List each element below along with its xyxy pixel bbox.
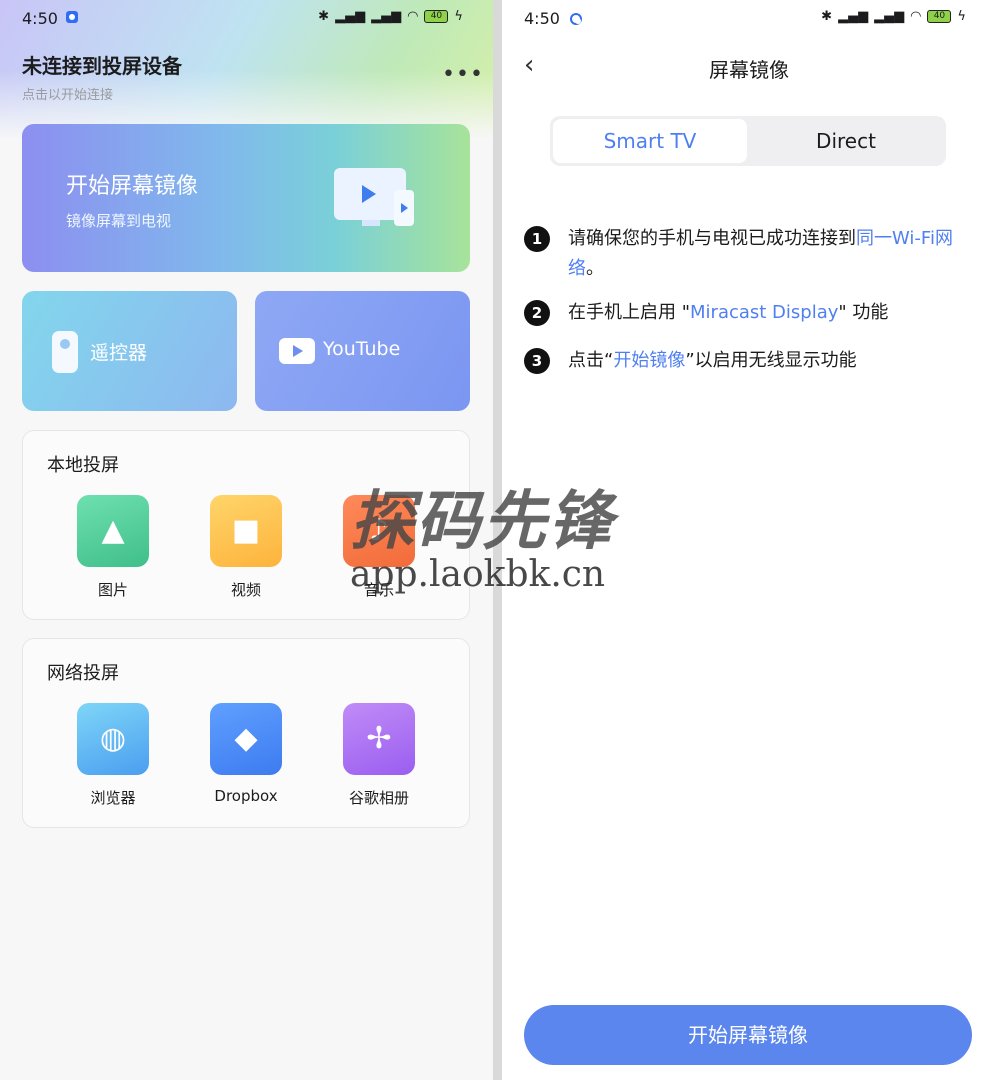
status-time: 4:50 bbox=[22, 9, 58, 28]
signal-icon-2: ▂▄▆ bbox=[874, 9, 905, 24]
status-icons-right: ✱ ▂▄▆ ▂▄▆ ◠ 40 ϟ bbox=[821, 9, 966, 24]
youtube-label: YouTube bbox=[323, 338, 401, 360]
remote-icon bbox=[52, 331, 78, 373]
battery-icon: 40 bbox=[927, 10, 952, 23]
connection-title[interactable]: 未连接到投屏设备 bbox=[22, 50, 182, 79]
local-cast-heading: 本地投屏 bbox=[47, 455, 119, 476]
app-notification-icon bbox=[66, 11, 78, 23]
google-photos-label: 谷歌相册 bbox=[348, 789, 409, 807]
google-photos-tile[interactable]: ✢ bbox=[343, 703, 415, 775]
video-icon: ■ bbox=[231, 513, 261, 548]
instruction-step-2: 2 在手机上启用 "Miracast Display" 功能 bbox=[524, 298, 964, 328]
signal-icon: ▂▄▆ bbox=[838, 9, 869, 24]
video-label: 视频 bbox=[230, 581, 261, 599]
dropbox-label: Dropbox bbox=[214, 787, 278, 805]
status-bar: 4:50 ✱ ▂▄▆ ▂▄▆ ◠ 40 ϟ bbox=[0, 0, 493, 36]
remote-control-card[interactable]: 遥控器 bbox=[22, 291, 237, 411]
browser-tile[interactable]: ◍ bbox=[77, 703, 149, 775]
phone-icon bbox=[394, 190, 414, 226]
globe-icon: ◍ bbox=[99, 721, 127, 756]
step-2-highlight: Miracast Display bbox=[690, 302, 839, 323]
bluetooth-icon: ✱ bbox=[318, 9, 330, 24]
status-time-right: 4:50 bbox=[524, 9, 560, 28]
music-icon: ♪ bbox=[369, 513, 389, 548]
tab-direct[interactable]: Direct bbox=[749, 119, 943, 163]
battery-icon: 40 bbox=[424, 10, 449, 23]
step-3-text: 点击“ bbox=[568, 350, 614, 371]
network-cast-heading: 网络投屏 bbox=[47, 663, 119, 684]
network-cast-section: 网络投屏 ◍ 浏览器 ◆ Dropbox ✢ 谷歌相册 bbox=[22, 638, 470, 828]
step-3-highlight: 开始镜像 bbox=[613, 350, 686, 371]
mirror-card-title: 开始屏幕镜像 bbox=[66, 174, 199, 199]
status-icons: ✱ ▂▄▆ ▂▄▆ ◠ 40 ϟ bbox=[318, 9, 463, 24]
youtube-icon bbox=[279, 338, 315, 364]
browser-label: 浏览器 bbox=[90, 789, 136, 807]
step-2-suffix: " 功能 bbox=[838, 302, 889, 323]
status-bar-right: 4:50 ✱ ▂▄▆ ▂▄▆ ◠ 40 ϟ bbox=[502, 0, 996, 36]
wifi-icon: ◠ bbox=[407, 9, 419, 24]
music-label: 音乐 bbox=[363, 581, 394, 599]
step-2-text: 在手机上启用 " bbox=[568, 302, 691, 323]
step-3-suffix: ”以启用无线显示功能 bbox=[685, 350, 857, 371]
tab-smart-tv[interactable]: Smart TV bbox=[553, 119, 747, 163]
wifi-icon: ◠ bbox=[910, 9, 922, 24]
tv-stand bbox=[362, 220, 380, 226]
signal-icon-2: ▂▄▆ bbox=[371, 9, 402, 24]
step-number-3: 3 bbox=[524, 348, 550, 374]
signal-icon: ▂▄▆ bbox=[335, 9, 366, 24]
mirror-card-subtitle: 镜像屏幕到电视 bbox=[66, 212, 172, 230]
step-number-2: 2 bbox=[524, 300, 550, 326]
youtube-card[interactable]: YouTube bbox=[255, 291, 470, 411]
dropbox-icon: ◆ bbox=[234, 721, 258, 756]
connection-subtitle[interactable]: 点击以开始连接 bbox=[22, 84, 113, 103]
remote-label: 遥控器 bbox=[90, 342, 148, 364]
dropbox-tile[interactable]: ◆ bbox=[210, 703, 282, 775]
app-notification-icon-right bbox=[570, 13, 582, 25]
instruction-step-1: 1 请确保您的手机与电视已成功连接到同一Wi-Fi网络。 bbox=[524, 224, 964, 284]
video-tile[interactable]: ■ bbox=[210, 495, 282, 567]
photos-tile[interactable]: ▲ bbox=[77, 495, 149, 567]
image-icon: ▲ bbox=[101, 513, 125, 548]
local-cast-section: 本地投屏 ▲ 图片 ■ 视频 ♪ 音乐 bbox=[22, 430, 470, 620]
pinwheel-icon: ✢ bbox=[366, 721, 392, 756]
more-icon[interactable]: ••• bbox=[442, 62, 484, 87]
left-screen: 4:50 ✱ ▂▄▆ ▂▄▆ ◠ 40 ϟ 未连接到投屏设备 点击以开始连接 •… bbox=[0, 0, 493, 1080]
charging-icon: ϟ bbox=[454, 9, 463, 24]
music-tile[interactable]: ♪ bbox=[343, 495, 415, 567]
bluetooth-icon: ✱ bbox=[821, 9, 833, 24]
start-mirroring-button[interactable]: 开始屏幕镜像 bbox=[524, 1005, 972, 1065]
step-1-suffix: 。 bbox=[586, 258, 604, 279]
step-number-1: 1 bbox=[524, 226, 550, 252]
step-1-text: 请确保您的手机与电视已成功连接到 bbox=[568, 228, 856, 249]
instruction-step-3: 3 点击“开始镜像”以启用无线显示功能 bbox=[524, 346, 964, 376]
charging-icon: ϟ bbox=[957, 9, 966, 24]
mode-segmented-control: Smart TV Direct bbox=[550, 116, 946, 166]
page-title: 屏幕镜像 bbox=[709, 58, 789, 82]
photos-label: 图片 bbox=[97, 581, 128, 599]
right-screen: 4:50 ✱ ▂▄▆ ▂▄▆ ◠ 40 ϟ ‹ 屏幕镜像 Smart TV Di… bbox=[502, 0, 996, 1080]
screen-mirror-card[interactable]: 开始屏幕镜像 镜像屏幕到电视 bbox=[22, 124, 470, 272]
